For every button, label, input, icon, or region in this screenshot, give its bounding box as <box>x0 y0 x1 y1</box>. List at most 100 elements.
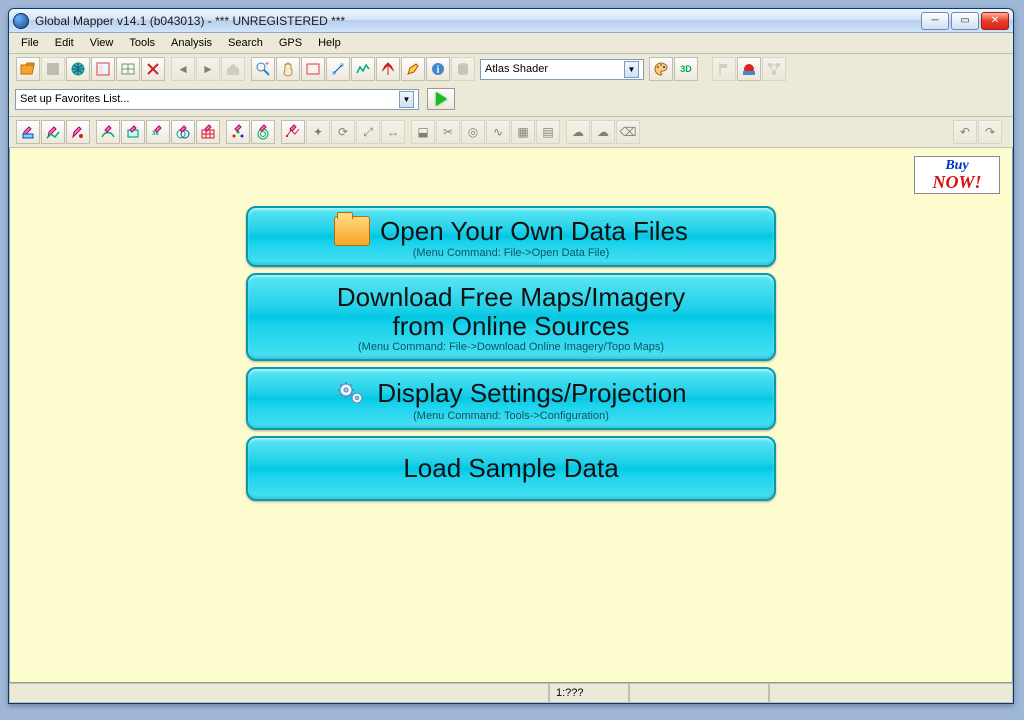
folder-icon <box>334 216 370 246</box>
display-settings-button[interactable]: Display Settings/Projection (Menu Comman… <box>246 367 776 430</box>
erase-icon: ⌫ <box>616 120 640 144</box>
globe-icon[interactable] <box>66 57 90 81</box>
statusbar: 1:??? <box>9 683 1013 703</box>
menu-file[interactable]: File <box>13 35 47 51</box>
digitizer-icon[interactable] <box>401 57 425 81</box>
split-icon: ✂ <box>436 120 460 144</box>
shader-value: Atlas Shader <box>485 63 548 75</box>
favorites-dropdown[interactable]: Set up Favorites List... ▼ <box>15 89 419 110</box>
db-icon <box>451 57 475 81</box>
range-ring-icon[interactable] <box>251 120 275 144</box>
redo-icon: ↷ <box>978 120 1002 144</box>
close-button[interactable]: ✕ <box>981 12 1009 30</box>
rotate-icon: ⟳ <box>331 120 355 144</box>
titlebar: Global Mapper v14.1 (b043013) - *** UNRE… <box>9 9 1013 33</box>
nav-back-icon: ◄ <box>171 57 195 81</box>
minimize-button[interactable]: ─ <box>921 12 949 30</box>
multipoint-icon[interactable] <box>226 120 250 144</box>
load-sample-data-button[interactable]: Load Sample Data <box>246 436 776 501</box>
svg-text:36: 36 <box>152 131 159 137</box>
profile-icon[interactable] <box>351 57 375 81</box>
download-maps-button[interactable]: Download Free Maps/Imageryfrom Online So… <box>246 273 776 361</box>
open-data-files-button[interactable]: Open Your Own Data Files (Menu Command: … <box>246 206 776 267</box>
download-title-1: Download Free Maps/Imagery <box>337 283 685 312</box>
viewshed-icon[interactable] <box>376 57 400 81</box>
favorites-bar: Set up Favorites List... ▼ <box>9 84 1013 116</box>
grid-tool-icon: ▦ <box>511 120 535 144</box>
menu-help[interactable]: Help <box>310 35 349 51</box>
create-area-icon[interactable] <box>16 120 40 144</box>
pan-hand-icon[interactable] <box>276 57 300 81</box>
sample-title: Load Sample Data <box>403 454 618 483</box>
favorites-text: Set up Favorites List... <box>20 93 129 105</box>
network-icon <box>762 57 786 81</box>
start-panel: Open Your Own Data Files (Menu Command: … <box>246 206 776 501</box>
flag-icon <box>712 57 736 81</box>
download-subtitle: (Menu Command: File->Download Online Ima… <box>358 341 664 353</box>
menu-search[interactable]: Search <box>220 35 271 51</box>
svg-text:i: i <box>437 65 440 76</box>
save-icon <box>41 57 65 81</box>
combine-icon: ⬓ <box>411 120 435 144</box>
app-icon <box>13 13 29 29</box>
unload-icon[interactable] <box>141 57 165 81</box>
shader-dropdown[interactable]: Atlas Shader ▼ <box>480 59 644 80</box>
menu-view[interactable]: View <box>82 35 122 51</box>
gears-icon <box>335 377 367 409</box>
attr-icon: ▤ <box>536 120 560 144</box>
window-title: Global Mapper v14.1 (b043013) - *** UNRE… <box>35 14 921 28</box>
status-message <box>9 684 549 703</box>
buffer-icon: ◎ <box>461 120 485 144</box>
create-line-icon[interactable] <box>41 120 65 144</box>
undo-icon: ↶ <box>953 120 977 144</box>
zoom-icon[interactable]: + <box>251 57 275 81</box>
overlay-control-icon[interactable] <box>91 57 115 81</box>
download-title-2: from Online Sources <box>393 312 630 341</box>
create-point-icon[interactable] <box>66 120 90 144</box>
cloud-add-icon: ☁ <box>566 120 590 144</box>
status-coords <box>629 684 769 703</box>
home-view-icon <box>221 57 245 81</box>
scale-icon: ⤢ <box>356 120 380 144</box>
circle-icon[interactable] <box>171 120 195 144</box>
play-icon <box>436 92 447 106</box>
main-toolbar: ◄ ► + i Atlas Shader ▼ 3D <box>9 54 1013 84</box>
app-window: Global Mapper v14.1 (b043013) - *** UNRE… <box>8 8 1014 704</box>
full-view-icon[interactable] <box>301 57 325 81</box>
status-extra <box>769 684 1013 703</box>
shift-icon: ↔ <box>381 120 405 144</box>
measure-icon[interactable] <box>326 57 350 81</box>
trace-line-icon[interactable] <box>96 120 120 144</box>
map-view[interactable]: Buy NOW! Open Your Own Data Files (Menu … <box>9 148 1013 683</box>
grid-create-icon[interactable] <box>196 120 220 144</box>
move-pts-icon: ✦ <box>306 120 330 144</box>
digitizer-toolbar: 36 ✦ ⟳ ⤢ ↔ ⬓ ✂ ◎ ∿ ▦ ▤ ☁ ☁ ⌫ ↶ <box>9 116 1013 148</box>
open-subtitle: (Menu Command: File->Open Data File) <box>413 247 610 259</box>
buy-now-badge[interactable]: Buy NOW! <box>914 156 1000 194</box>
buy-text: Buy <box>945 158 968 173</box>
rect-area-icon[interactable] <box>121 120 145 144</box>
vertex-edit-icon[interactable] <box>281 120 305 144</box>
dropdown-arrow-icon[interactable]: ▼ <box>399 91 414 108</box>
record-icon[interactable] <box>737 57 761 81</box>
map-layout-icon[interactable] <box>116 57 140 81</box>
open-file-icon[interactable] <box>16 57 40 81</box>
menubar: File Edit View Tools Analysis Search GPS… <box>9 33 1013 53</box>
menu-tools[interactable]: Tools <box>121 35 163 51</box>
menu-edit[interactable]: Edit <box>47 35 82 51</box>
3d-view-icon[interactable]: 3D <box>674 57 698 81</box>
simplify-icon: ∿ <box>486 120 510 144</box>
nav-fwd-icon: ► <box>196 57 220 81</box>
svg-text:+: + <box>265 61 269 68</box>
status-scale: 1:??? <box>549 684 629 703</box>
cogo-icon[interactable]: 36 <box>146 120 170 144</box>
open-title: Open Your Own Data Files <box>380 217 688 246</box>
feature-info-icon[interactable]: i <box>426 57 450 81</box>
menu-analysis[interactable]: Analysis <box>163 35 220 51</box>
dropdown-arrow-icon[interactable]: ▼ <box>624 61 639 78</box>
config-subtitle: (Menu Command: Tools->Configuration) <box>413 410 609 422</box>
palette-icon[interactable] <box>649 57 673 81</box>
menu-gps[interactable]: GPS <box>271 35 310 51</box>
maximize-button[interactable]: ▭ <box>951 12 979 30</box>
run-favorite-button[interactable] <box>427 88 455 110</box>
